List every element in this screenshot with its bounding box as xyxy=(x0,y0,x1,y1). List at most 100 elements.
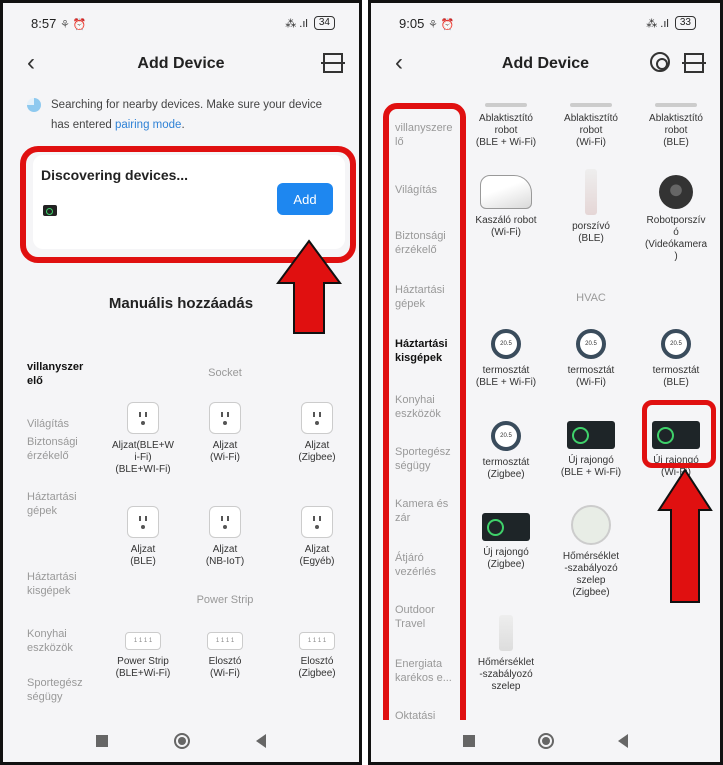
device-tile[interactable]: Aljzat (BLE) xyxy=(103,506,183,568)
device-tile[interactable]: Aljzat (NB-IoT) xyxy=(185,506,265,568)
device-tile[interactable]: 20.5 termosztát (Wi-Fi) xyxy=(551,329,631,389)
socket-icon xyxy=(209,402,241,434)
device-tile[interactable]: 20.5 termosztát (BLE) xyxy=(636,329,716,389)
device-tile[interactable]: Új rajongó (Zigbee) xyxy=(466,513,546,571)
tile-label: porszívó (BLE) xyxy=(572,221,610,244)
status-time: 8:57 xyxy=(31,15,57,31)
device-tile[interactable]: Új rajongó (BLE + Wi-Fi) xyxy=(551,421,631,479)
window-robot-icon xyxy=(655,103,697,107)
status-icons: ⚘ ⏰ xyxy=(427,18,455,31)
recents-icon[interactable] xyxy=(462,735,475,747)
device-tile[interactable]: Aljzat (Zigbee) xyxy=(277,402,357,464)
annotation-highlight xyxy=(642,400,716,468)
tile-label: Ablaktisztító robot (BLE) xyxy=(649,113,703,148)
thermostat-icon: 20.5 xyxy=(491,329,521,359)
annotation-highlight xyxy=(383,103,466,747)
power-strip-icon: 1 1 1 1 xyxy=(207,632,243,650)
search-status: Searching for nearby devices. Make sure … xyxy=(27,95,341,135)
tile-label: Elosztó (Wi-Fi) xyxy=(208,656,242,679)
page-title: Add Device xyxy=(501,55,590,72)
robot-vacuum-icon xyxy=(659,175,693,209)
section-power-strip: Power Strip xyxy=(196,594,254,606)
device-tile[interactable]: Ablaktisztító robot (BLE) xyxy=(636,103,716,149)
device-tile[interactable]: 1 1 1 1 Power Strip (BLE+Wi-Fi) xyxy=(103,632,183,680)
tile-label: Aljzat (Zigbee) xyxy=(298,440,336,463)
mower-robot-icon xyxy=(480,175,532,209)
category-item[interactable]: Konyhai eszközök xyxy=(27,627,73,655)
signal-icon: ⁂ .ıl xyxy=(285,17,308,30)
scan-icon[interactable] xyxy=(682,53,706,73)
back-icon[interactable]: ‹ xyxy=(395,51,403,75)
device-tile[interactable]: Ablaktisztító robot (BLE + Wi-Fi) xyxy=(466,103,546,149)
category-item[interactable]: Háztartási kisgépek xyxy=(27,570,77,598)
socket-icon xyxy=(209,506,241,538)
device-tile[interactable]: 20.5 termosztát (BLE + Wi-Fi) xyxy=(466,329,546,389)
tile-label: Aljzat (Egyéb) xyxy=(299,544,335,567)
thermostat-icon: 20.5 xyxy=(576,329,606,359)
device-tile[interactable]: 1 1 1 1 Elosztó (Wi-Fi) xyxy=(185,632,265,680)
device-tile[interactable]: Aljzat(BLE+W i-Fi) (BLE+WI-Fi) xyxy=(103,402,183,476)
power-strip-icon: 1 1 1 1 xyxy=(125,632,161,650)
target-scan-icon[interactable] xyxy=(650,52,670,72)
left-phone-screen: 8:57 ⚘ ⏰ ⁂ .ıl 34 ‹ Add Device Searching… xyxy=(0,0,362,765)
device-tile[interactable]: Aljzat (Egyéb) xyxy=(277,506,357,568)
loading-spinner-icon xyxy=(27,98,41,112)
window-robot-icon xyxy=(570,103,612,107)
tile-label: Kaszáló robot (Wi-Fi) xyxy=(475,215,537,238)
socket-icon xyxy=(127,402,159,434)
tile-label: Aljzat (BLE) xyxy=(130,544,156,567)
nav-bar: ‹ Add Device xyxy=(3,43,359,85)
device-tile[interactable]: 20.5 termosztát (Zigbee) xyxy=(466,421,546,481)
device-tile[interactable]: Hőmérséklet -szabályozó szelep (Zigbee) xyxy=(551,505,631,599)
fan-controller-icon xyxy=(482,513,530,541)
home-icon[interactable] xyxy=(538,733,555,749)
category-item[interactable]: Biztonsági érzékelő xyxy=(27,435,78,463)
section-hvac: HVAC xyxy=(576,292,606,304)
scan-icon[interactable] xyxy=(321,53,345,73)
battery-icon: 33 xyxy=(674,16,696,30)
device-tile[interactable]: Hőmérséklet -szabályozó szelep xyxy=(466,615,546,693)
socket-icon xyxy=(301,506,333,538)
device-tile[interactable]: Ablaktisztító robot (Wi-Fi) xyxy=(551,103,631,149)
status-bar: 8:57 ⚘ ⏰ ⁂ .ıl 34 xyxy=(3,3,359,43)
thermostat-icon: 20.5 xyxy=(661,329,691,359)
device-tile[interactable]: 1 1 1 1 Elosztó (Zigbee) xyxy=(277,632,357,680)
annotation-arrow-icon xyxy=(655,466,715,606)
tile-label: Hőmérséklet -szabályozó szelep xyxy=(477,657,535,692)
category-item[interactable]: villanyszer elő xyxy=(27,360,83,388)
category-item[interactable]: Háztartási gépek xyxy=(27,490,77,518)
vacuum-icon xyxy=(585,169,597,215)
power-strip-icon: 1 1 1 1 xyxy=(299,632,335,650)
page-title: Add Device xyxy=(137,55,225,72)
tile-label: termosztát (Wi-Fi) xyxy=(567,365,615,388)
manual-add-title: Manuális hozzáadás xyxy=(108,295,254,312)
pairing-mode-link[interactable]: pairing mode xyxy=(115,119,181,131)
system-back-icon[interactable] xyxy=(618,734,629,748)
tile-label: Power Strip (BLE+Wi-Fi) xyxy=(115,656,171,679)
tile-label: termosztát (BLE + Wi-Fi) xyxy=(475,365,537,388)
tile-label: Elosztó (Zigbee) xyxy=(298,656,336,679)
status-bar: 9:05 ⚘ ⏰ ⁂ .ıl 33 xyxy=(371,3,720,43)
home-icon[interactable] xyxy=(174,733,190,749)
device-tile[interactable]: Kaszáló robot (Wi-Fi) xyxy=(466,175,546,239)
system-nav-bar xyxy=(371,720,720,762)
section-socket: Socket xyxy=(208,367,242,379)
annotation-arrow-icon xyxy=(274,237,344,337)
device-tile[interactable]: Aljzat (Wi-Fi) xyxy=(185,402,265,464)
status-time: 9:05 xyxy=(399,15,425,31)
fan-controller-icon xyxy=(567,421,615,449)
battery-icon: 34 xyxy=(313,16,335,30)
signal-icon: ⁂ .ıl xyxy=(646,17,669,30)
system-back-icon[interactable] xyxy=(256,734,266,748)
tile-label: Aljzat (Wi-Fi) xyxy=(210,440,240,463)
recents-icon[interactable] xyxy=(96,735,108,747)
heating-valve-icon xyxy=(571,505,611,545)
back-icon[interactable]: ‹ xyxy=(27,51,35,75)
tile-label: Robotporszív ó (Videókamera ) xyxy=(644,215,708,262)
device-tile[interactable]: porszívó (BLE) xyxy=(551,169,631,245)
radiator-valve-icon xyxy=(499,615,513,651)
thermostat-icon: 20.5 xyxy=(491,421,521,451)
category-item[interactable]: Sportegész ségügy xyxy=(27,676,83,704)
category-item[interactable]: Világítás xyxy=(27,417,69,431)
device-tile[interactable]: Robotporszív ó (Videókamera ) xyxy=(636,175,716,263)
